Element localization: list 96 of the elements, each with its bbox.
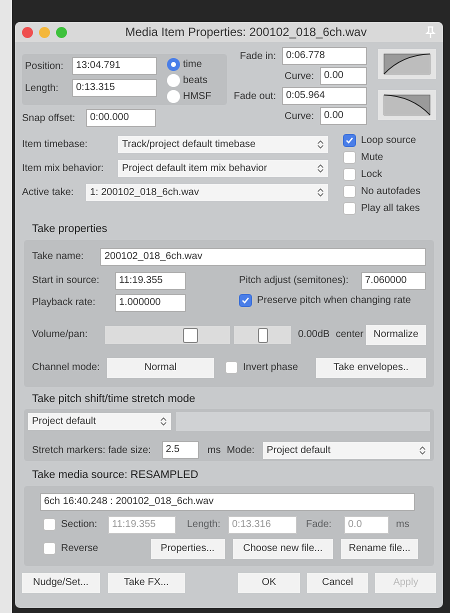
dropdown[interactable]: Project default [28,413,171,430]
updown-icon [317,164,324,173]
check-icon [344,135,355,146]
field-label: Length: [25,82,60,96]
slider-thumb[interactable] [258,328,268,342]
button[interactable]: OK [238,572,300,592]
field-label: Item mix behavior: [22,162,105,176]
updown-icon [160,417,167,426]
input-field[interactable]: 0:00.000 [86,109,156,127]
field-label: Snap offset: [22,112,76,126]
dropdown[interactable]: Project default [262,442,430,458]
radio-button[interactable] [167,90,180,103]
dropdown[interactable]: Project default item mix behavior [118,160,328,177]
pin-icon[interactable] [425,26,436,38]
field-label: Fade: [306,518,333,532]
field-label: beats [183,74,208,88]
field-label: Item timebase: [22,138,89,152]
input-field[interactable]: 0:05.964 [282,87,367,105]
field-label: Lock [361,168,382,182]
minimize-button[interactable] [39,26,50,38]
input-field[interactable]: 0:13.315 [72,79,157,97]
input-field[interactable]: 200102_018_6ch.wav [100,248,426,266]
input-field[interactable]: 0.00 [320,107,367,125]
field-label: ms [207,444,221,458]
field-label: Start in source: [32,274,100,288]
field-label: Loop source [361,134,416,148]
section-heading: Take media source: RESAMPLED [32,468,200,483]
button[interactable]: Take envelopes.. [316,358,426,378]
slider-thumb[interactable] [183,328,198,342]
field-label: HMSF [183,90,212,104]
field-label: Reverse [61,542,98,556]
fade-in-curve-icon [378,49,436,79]
field-label: time [183,58,202,72]
fade-out-curve-icon [378,90,436,120]
zoom-button[interactable] [56,26,67,38]
checkbox[interactable] [343,168,356,181]
updown-icon [418,446,426,454]
checkbox[interactable] [239,294,252,306]
input-field[interactable]: 11:19.355 [115,272,186,290]
volume-reading: 0.00dB [298,328,330,342]
field-label: Mode: [226,444,255,458]
field-label: No autofades [361,185,420,199]
input-field[interactable]: 13:04.791 [72,57,157,75]
field-label: Mute [361,151,384,165]
pan-slider-track[interactable] [234,326,291,344]
field-label: Take name: [32,250,85,264]
field-label: ms [396,518,410,532]
input-field[interactable]: 0.00 [320,67,367,85]
field-label: Pitch adjust (semitones): [239,274,350,288]
input-field[interactable]: 1.000000 [115,294,186,312]
button[interactable]: Normalize [366,324,426,344]
input-field[interactable]: 7.060000 [361,272,426,290]
section-heading: Take pitch shift/time stretch mode [32,392,196,406]
checkbox[interactable] [343,202,356,215]
checkbox[interactable] [225,361,238,374]
close-button[interactable] [22,26,33,38]
field-label: Preserve pitch when changing rate [257,294,411,308]
button[interactable]: Take FX... [108,572,186,592]
dropdown[interactable]: 1: 200102_018_6ch.wav [86,184,328,201]
dropdown[interactable]: Track/project default timebase [118,136,328,153]
input-field[interactable]: 6ch 16:40.248 : 200102_018_6ch.wav [40,492,415,510]
button[interactable]: Nudge/Set... [22,572,100,592]
field-label: Curve: [284,110,314,124]
checkbox[interactable] [43,518,56,531]
checkbox[interactable] [343,134,356,147]
input-field[interactable]: 2.5 [162,441,200,459]
field-label: Curve: [284,70,314,84]
window-title: Media Item Properties: 200102_018_6ch.wav [124,24,368,41]
updown-icon [317,188,324,197]
button[interactable]: Properties... [150,538,225,558]
field-label: Length: [187,518,222,532]
volume-slider-track[interactable] [105,326,230,344]
checkbox[interactable] [43,542,56,555]
channel-mode-dropdown[interactable]: Normal [107,358,214,378]
radio-button[interactable] [167,74,180,87]
field-label: Play all takes [361,202,420,216]
field-label: Section: [61,518,98,532]
input-field[interactable]: 0:06.778 [282,47,367,65]
field-label: Fade out: [234,90,276,104]
field-label: Playback rate: [32,296,96,310]
field-label: Volume/pan: [32,328,89,342]
section-heading: Take properties [32,222,108,237]
field-label: Position: [25,60,64,74]
field-label: Invert phase [243,361,298,375]
button[interactable]: Rename file... [341,538,418,558]
field-label: Channel mode: [32,361,101,375]
checkbox[interactable] [343,151,356,164]
field-label: Stretch markers: fade size: [32,444,152,458]
field-label: Fade in: [240,50,276,64]
updown-icon [317,140,324,149]
checkbox[interactable] [343,185,356,198]
field-label: Active take: [22,186,75,200]
pan-reading: center [336,328,364,342]
button[interactable]: Cancel [306,572,368,592]
radio-button[interactable] [167,58,180,71]
button[interactable]: Choose new file... [232,538,334,558]
